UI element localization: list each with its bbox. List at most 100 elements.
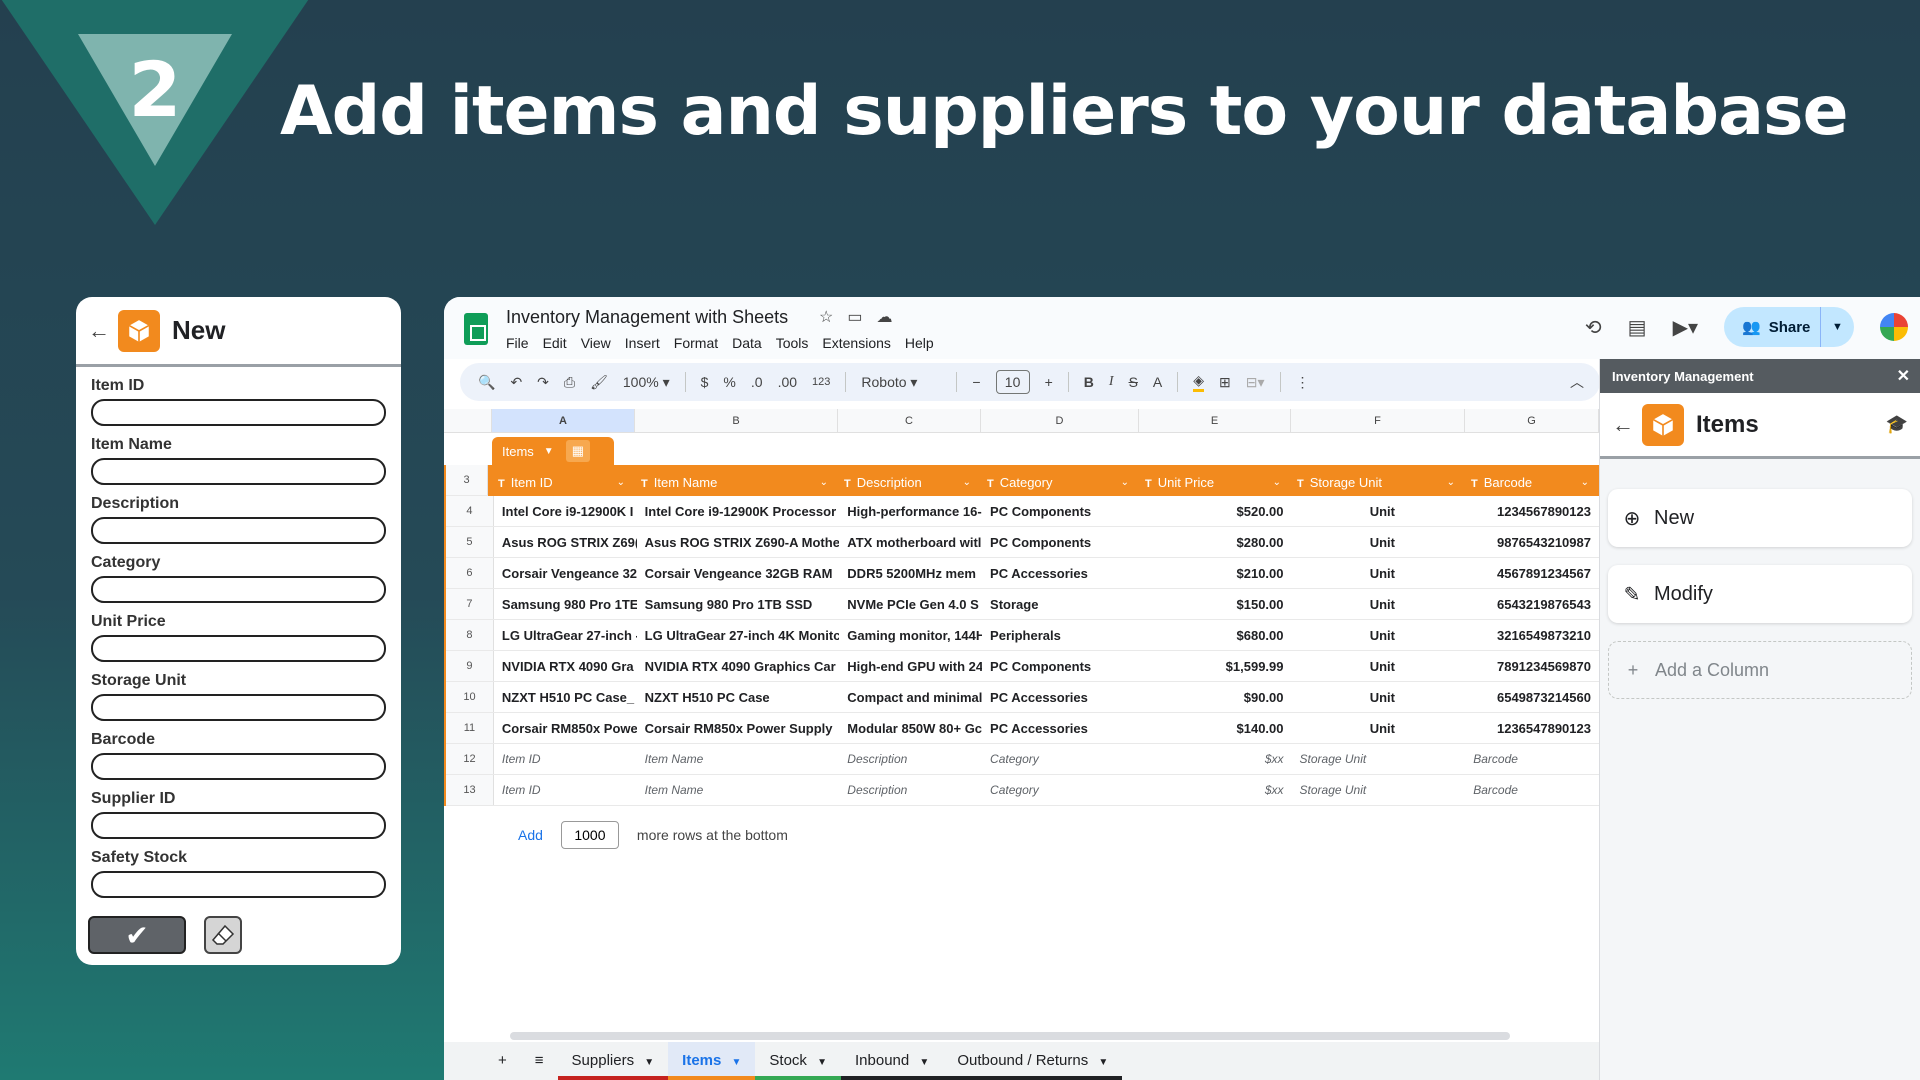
table-cell[interactable]: 4567891234567: [1465, 558, 1599, 588]
column-letter[interactable]: B: [635, 409, 838, 432]
currency-button[interactable]: $: [701, 374, 709, 390]
redo-icon[interactable]: ↷: [537, 374, 549, 391]
menu-item[interactable]: Data: [732, 335, 762, 351]
horizontal-scrollbar[interactable]: [510, 1032, 1510, 1040]
table-cell[interactable]: $1,599.99: [1140, 651, 1292, 681]
row-number[interactable]: 8: [446, 620, 494, 650]
tab-dropdown-icon[interactable]: ▼: [1098, 1057, 1108, 1068]
modify-item-button[interactable]: ✎ Modify: [1608, 565, 1912, 623]
table-cell[interactable]: 9876543210987: [1465, 527, 1599, 557]
back-arrow-icon[interactable]: ←: [88, 318, 114, 344]
star-icon[interactable]: ☆: [819, 307, 833, 327]
meet-icon[interactable]: ▶▾: [1673, 315, 1698, 340]
table-cell[interactable]: LG UltraGear 27-inch -: [494, 620, 637, 650]
table-cell[interactable]: PC Components: [982, 651, 1140, 681]
column-menu-icon[interactable]: ⌄: [1447, 467, 1455, 494]
table-cell[interactable]: Item ID: [494, 775, 637, 805]
borders-icon[interactable]: ⊞: [1219, 374, 1231, 391]
add-column-button[interactable]: + Add a Column: [1608, 641, 1912, 699]
table-cell[interactable]: 7891234569870: [1465, 651, 1599, 681]
column-letter[interactable]: G: [1465, 409, 1599, 432]
table-name-chip[interactable]: Items ▼ ▦: [492, 437, 614, 465]
column-letter[interactable]: C: [838, 409, 981, 432]
table-cell[interactable]: 3216549873210: [1465, 620, 1599, 650]
table-cell[interactable]: NVIDIA RTX 4090 Gra: [494, 651, 637, 681]
rows-count-input[interactable]: 1000: [560, 821, 619, 849]
table-cell[interactable]: Samsung 980 Pro 1TE: [494, 589, 637, 619]
tab-dropdown-icon[interactable]: ▼: [919, 1057, 929, 1068]
table-cell[interactable]: Corsair RM850x Power Supply: [637, 713, 840, 743]
table-cell[interactable]: $140.00: [1140, 713, 1292, 743]
table-cell[interactable]: $90.00: [1140, 682, 1292, 712]
table-cell[interactable]: PC Accessories: [982, 713, 1140, 743]
column-header[interactable]: T Description ⌄: [836, 467, 979, 494]
menu-item[interactable]: Format: [674, 335, 718, 351]
menu-item[interactable]: Help: [905, 335, 934, 351]
sheet-tab[interactable]: Outbound / Returns ▼: [943, 1042, 1123, 1080]
sheet-tab[interactable]: Stock ▼: [755, 1042, 842, 1080]
submit-button[interactable]: ✔: [88, 916, 186, 954]
field-input[interactable]: [91, 576, 386, 603]
font-size-increase-icon[interactable]: +: [1045, 374, 1053, 390]
table-cell[interactable]: Unit: [1292, 527, 1466, 557]
table-cell[interactable]: Category: [982, 744, 1140, 774]
table-cell[interactable]: NVMe PCIe Gen 4.0 S: [839, 589, 982, 619]
table-cell[interactable]: 1236547890123: [1465, 713, 1599, 743]
italic-icon[interactable]: I: [1109, 374, 1114, 390]
table-cell[interactable]: Unit: [1292, 589, 1466, 619]
increase-decimal-button[interactable]: .00: [778, 374, 797, 390]
menu-item[interactable]: Tools: [776, 335, 809, 351]
table-cell[interactable]: NZXT H510 PC Case_: [494, 682, 637, 712]
table-cell[interactable]: PC Accessories: [982, 558, 1140, 588]
font-select[interactable]: Roboto ▾: [861, 374, 941, 391]
graduation-cap-icon[interactable]: 🎓: [1886, 414, 1908, 435]
table-cell[interactable]: High-performance 16-: [839, 496, 982, 526]
row-number[interactable]: 13: [446, 775, 494, 805]
table-cell[interactable]: $680.00: [1140, 620, 1292, 650]
column-header[interactable]: T Storage Unit ⌄: [1289, 467, 1463, 494]
field-input[interactable]: [91, 399, 386, 426]
menu-item[interactable]: File: [506, 335, 529, 351]
row-number[interactable]: 9: [446, 651, 494, 681]
menu-item[interactable]: View: [581, 335, 611, 351]
table-cell[interactable]: 6549873214560: [1465, 682, 1599, 712]
tab-dropdown-icon[interactable]: ▼: [817, 1057, 827, 1068]
table-cell[interactable]: Barcode: [1465, 744, 1599, 774]
column-menu-icon[interactable]: ⌄: [963, 467, 971, 494]
share-dropdown-icon[interactable]: ▼: [1820, 307, 1854, 347]
row-number[interactable]: 12: [446, 744, 494, 774]
column-header[interactable]: T Item ID ⌄: [490, 467, 633, 494]
row-number[interactable]: 6: [446, 558, 494, 588]
field-input[interactable]: [91, 458, 386, 485]
table-cell[interactable]: PC Accessories: [982, 682, 1140, 712]
column-letter[interactable]: A: [492, 409, 635, 432]
table-dropdown-icon[interactable]: ▼: [544, 446, 554, 457]
select-all-corner[interactable]: [444, 409, 492, 432]
strikethrough-icon[interactable]: S: [1129, 374, 1138, 390]
row-number[interactable]: 11: [446, 713, 494, 743]
tab-dropdown-icon[interactable]: ▼: [644, 1057, 654, 1068]
table-cell[interactable]: Item ID: [494, 744, 637, 774]
table-cell[interactable]: 6543219876543: [1465, 589, 1599, 619]
collapse-toolbar-icon[interactable]: ︿: [1570, 372, 1584, 392]
sheets-logo-icon[interactable]: [464, 313, 488, 345]
table-cell[interactable]: Corsair RM850x Powe: [494, 713, 637, 743]
table-cell[interactable]: Description: [839, 744, 982, 774]
field-input[interactable]: [91, 694, 386, 721]
table-cell[interactable]: Category: [982, 775, 1140, 805]
table-cell[interactable]: Storage Unit: [1292, 775, 1466, 805]
bold-icon[interactable]: B: [1084, 374, 1094, 390]
zoom-select[interactable]: 100% ▾: [623, 374, 670, 391]
share-button[interactable]: 👥 Share ▼: [1724, 307, 1854, 347]
column-header[interactable]: T Unit Price ⌄: [1137, 467, 1289, 494]
row-number[interactable]: 7: [446, 589, 494, 619]
table-cell[interactable]: Intel Core i9-12900K Processor: [637, 496, 840, 526]
percent-button[interactable]: %: [723, 374, 735, 390]
fill-color-icon[interactable]: ◈: [1193, 372, 1205, 392]
tab-dropdown-icon[interactable]: ▼: [732, 1057, 742, 1068]
version-history-icon[interactable]: ⟲: [1585, 315, 1602, 340]
new-item-button[interactable]: ⊕ New: [1608, 489, 1912, 547]
search-icon[interactable]: 🔍: [478, 374, 495, 391]
table-cell[interactable]: Gaming monitor, 144H: [839, 620, 982, 650]
table-cell[interactable]: Storage Unit: [1292, 744, 1466, 774]
